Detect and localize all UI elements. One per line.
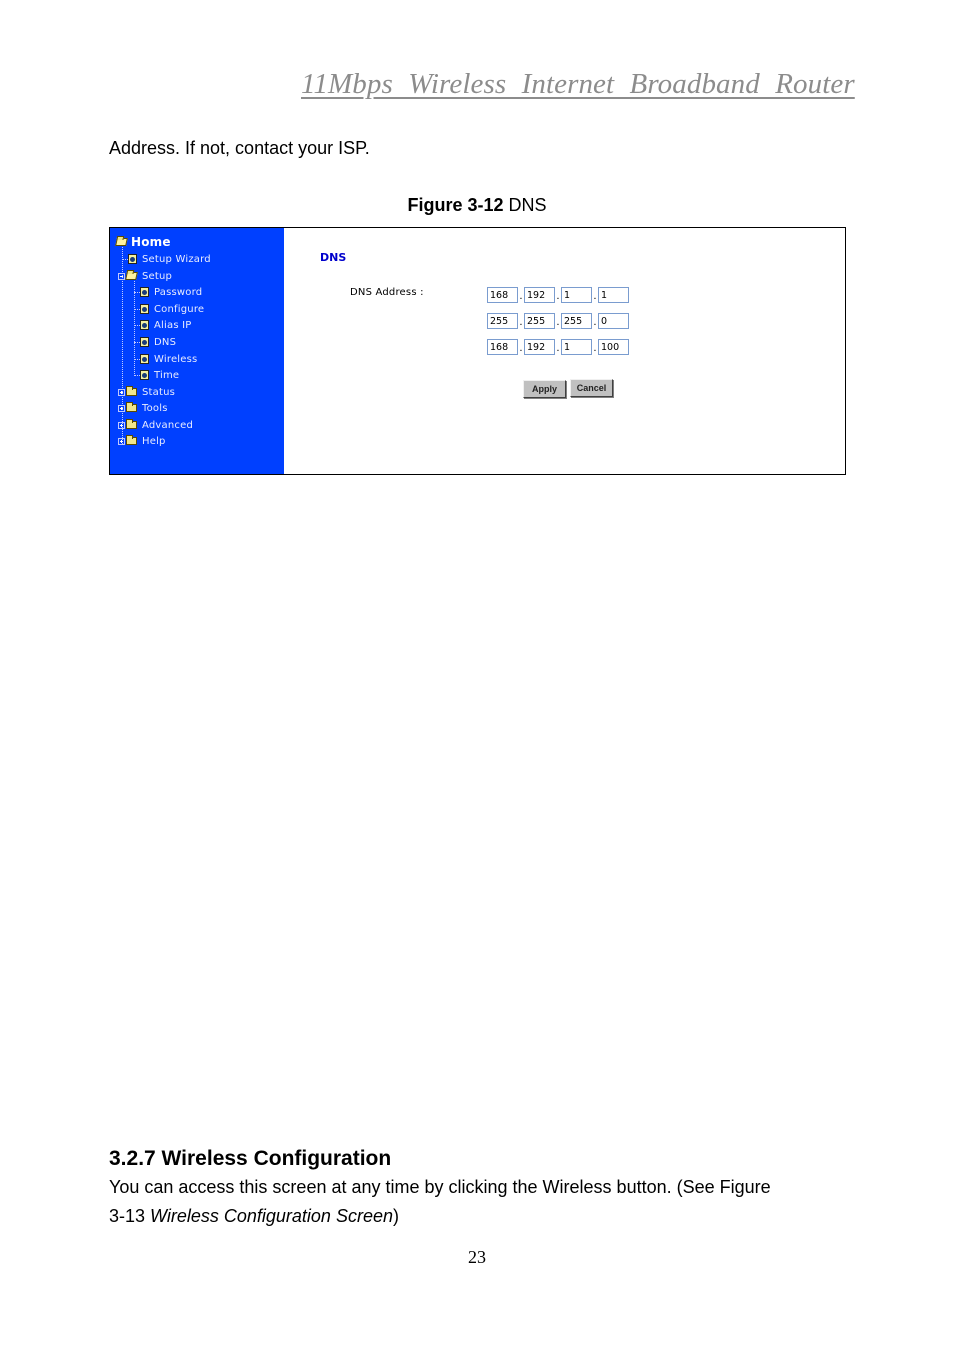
tree-item-label: Status [142,386,176,398]
figure-caption-title: DNS [503,195,547,215]
figure-caption-number: Figure 3-12 [407,195,504,215]
tree-item-label: Help [142,435,166,447]
page-number: 23 [468,1247,486,1267]
page-title: DNS [320,251,347,264]
ip-octet-field[interactable] [598,313,629,329]
apply-button[interactable]: Apply [523,380,566,398]
expand-icon[interactable] [118,421,125,429]
tree-item-label: Time [154,369,180,381]
tree-item-label: Setup Wizard [142,253,211,265]
tree-item-help[interactable]: Help [118,433,166,449]
page-icon [140,287,149,297]
folder-icon [126,419,137,429]
closing-paren: ) [392,1206,399,1226]
folder-icon [126,402,137,412]
dns-address-label: DNS Address : [350,287,424,298]
page-icon [128,254,137,264]
figure-caption: Figure 3-12 DNS [0,195,954,216]
tree-item-setup[interactable]: Setup [118,268,172,284]
section-paragraph-line-1: You can access this screen at any time b… [109,1177,771,1197]
ip-octet-field[interactable] [598,287,629,303]
ip-octet-field[interactable] [561,287,592,303]
folder-icon [126,386,137,396]
section-paragraph-line-2: 3-13 Wireless Configuration Screen) [109,1202,399,1231]
tree-item-label: Tools [142,402,168,414]
ip-octet-field[interactable] [487,287,518,303]
tree-item-wireless[interactable]: Wireless [140,351,197,367]
nav-tree-sidebar: Home Setup Wizard Setup Password Configu… [110,228,284,474]
dns-ip-row-2: . . . [487,311,629,331]
ip-octet-field[interactable] [598,339,629,355]
tree-item-label: Configure [154,303,205,315]
page-icon [140,370,149,380]
tree-item-dns[interactable]: DNS [140,334,176,350]
ip-octet-field[interactable] [524,313,555,329]
intro-text: Address. If not, contact your ISP. [109,138,370,158]
tree-item-password[interactable]: Password [140,284,202,300]
cancel-button[interactable]: Cancel [570,379,613,397]
expand-icon[interactable] [118,437,125,445]
expand-icon[interactable] [118,404,125,412]
ip-octet-field[interactable] [487,339,518,355]
page-icon [140,304,149,314]
page-icon [140,320,149,330]
tree-item-setup-wizard[interactable]: Setup Wizard [128,251,211,267]
ip-octet-field[interactable] [524,287,555,303]
dns-screenshot-figure: Home Setup Wizard Setup Password Configu… [109,227,846,475]
dns-ip-row-3: . . . [487,337,629,357]
running-header-title: 11Mbps Wireless Internet Broadband Route… [301,68,855,100]
tree-item-label: Advanced [142,419,193,431]
section-heading: 3.2.7 Wireless Configuration [109,1147,392,1170]
dns-ip-row-1: . . . [487,285,629,305]
folder-icon [126,435,137,445]
tree-item-tools[interactable]: Tools [118,400,168,416]
tree-item-time[interactable]: Time [140,367,179,383]
figure-reference-number: 3-13 [109,1206,151,1226]
tree-item-status[interactable]: Status [118,384,175,400]
tree-item-label: Alias IP [154,319,192,331]
figure-reference-title: Wireless Configuration Screen [150,1206,393,1226]
tree-item-label: Home [131,235,171,249]
page-icon [140,337,149,347]
page-icon [140,354,149,364]
tree-item-label: Password [154,286,203,298]
tree-item-advanced[interactable]: Advanced [118,417,193,433]
tree-item-label: Setup [142,270,173,282]
ip-octet-field[interactable] [561,313,592,329]
tree-item-label: Wireless [154,353,198,365]
ip-octet-field[interactable] [561,339,592,355]
tree-item-configure[interactable]: Configure [140,301,204,317]
ip-octet-field[interactable] [487,313,518,329]
collapse-icon[interactable] [118,272,125,280]
tree-item-home[interactable]: Home [115,234,171,250]
tree-item-alias-ip[interactable]: Alias IP [140,317,192,333]
folder-open-icon [125,272,138,280]
expand-icon[interactable] [118,388,125,396]
folder-open-icon [115,238,128,246]
dns-settings-panel: DNS DNS Address : . . . . . . . . . [284,228,845,474]
ip-octet-field[interactable] [524,339,555,355]
tree-item-label: DNS [154,336,177,348]
